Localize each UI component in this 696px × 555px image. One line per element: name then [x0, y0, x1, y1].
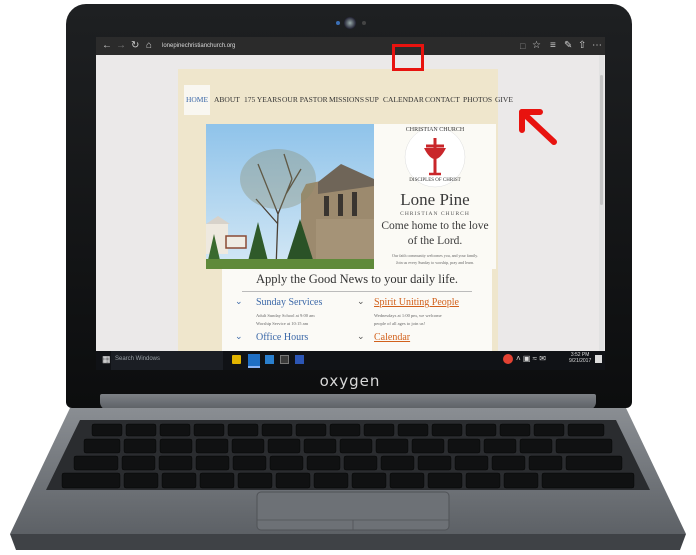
- notification-icon[interactable]: [595, 355, 602, 363]
- word-icon[interactable]: [295, 355, 304, 364]
- reading-view-icon[interactable]: □: [520, 40, 525, 52]
- spirit-uniting-people-link[interactable]: Spirit Uniting People: [374, 297, 459, 308]
- logo-ring-top: CHRISTIAN CHURCH: [405, 127, 465, 133]
- chevron-down-icon: ⌄: [235, 331, 243, 341]
- nav-give[interactable]: GIVE: [495, 85, 513, 115]
- spirit-uniting-people-line2: people of all ages to join us!: [374, 321, 425, 326]
- nav-missions[interactable]: MISSIONS: [329, 85, 364, 115]
- back-arrow-icon[interactable]: ←: [102, 40, 112, 52]
- clock-date: 9/21/2017: [569, 358, 592, 364]
- nav-about[interactable]: ABOUT: [214, 85, 240, 115]
- give-highlight-box: [392, 44, 424, 71]
- windows-start-icon[interactable]: ▦: [102, 354, 111, 365]
- camera-sensor: [362, 21, 366, 25]
- red-pointer-arrow: [519, 109, 557, 145]
- church-photo: [206, 124, 374, 269]
- store-icon[interactable]: [265, 355, 274, 364]
- calendar-link[interactable]: Calendar: [374, 332, 410, 343]
- laptop-screen: ← → ↻ ⌂ lonepinechristianchurch.org □ ☆ …: [96, 37, 605, 370]
- church-name: Lone Pine: [400, 190, 470, 209]
- refresh-icon[interactable]: ↻: [131, 40, 139, 52]
- heading-divider: [242, 291, 472, 292]
- laptop-base: [10, 408, 686, 550]
- welcome-line1: Our faith community welcomes you, and yo…: [391, 253, 479, 258]
- page-scrollbar[interactable]: [599, 55, 604, 351]
- nav-175-years[interactable]: 175 YEARS: [244, 85, 281, 115]
- chevron-down-icon: ⌄: [235, 296, 243, 306]
- logo-panel: CHRISTIAN CHURCH DISCIPLES OF CHRIST Lon…: [374, 124, 496, 269]
- section-heading: Apply the Good News to your daily life.: [255, 272, 459, 286]
- share-icon[interactable]: ⇧: [578, 40, 586, 52]
- logo-ring-bottom: DISCIPLES OF CHRIST: [409, 178, 461, 183]
- edge-browser-icon[interactable]: [248, 354, 260, 368]
- hub-icon[interactable]: ≡: [550, 40, 556, 52]
- sunday-services-line1: Adult Sunday School at 9:00 am: [256, 313, 315, 318]
- file-explorer-icon[interactable]: [232, 355, 241, 364]
- sunday-services-line2: Worship Service at 10:15 am: [256, 321, 309, 326]
- amazon-app-icon[interactable]: [280, 355, 289, 364]
- office-hours-link[interactable]: Office Hours: [256, 332, 308, 343]
- tagline-line2: of the Lord.: [407, 235, 463, 247]
- site-nav: HOME ABOUT 175 YEARS OUR PASTOR MISSIONS…: [178, 85, 513, 115]
- search-placeholder[interactable]: Search Windows: [115, 356, 160, 362]
- church-subtitle: CHRISTIAN CHURCH: [400, 211, 470, 217]
- church-site: HOME ABOUT 175 YEARS OUR PASTOR MISSIONS…: [178, 69, 513, 351]
- nav-our-pastor[interactable]: OUR PASTOR: [282, 85, 328, 115]
- tray-icons[interactable]: ˄ ▣ ≈ ✉: [516, 354, 546, 363]
- camera-light: [336, 21, 340, 25]
- chalice-logo: CHRISTIAN CHURCH DISCIPLES OF CHRIST: [404, 126, 466, 188]
- windows-taskbar: ▦ Search Windows ˄ ▣ ≈ ✉ 3:52 PM 9/21/20…: [96, 351, 605, 370]
- web-note-icon[interactable]: ✎: [564, 40, 572, 52]
- laptop-brand: oxygen: [319, 372, 381, 390]
- scrollbar-thumb[interactable]: [600, 75, 603, 205]
- webpage: HOME ABOUT 175 YEARS OUR PASTOR MISSIONS…: [96, 55, 605, 351]
- nav-sup[interactable]: SUP: [365, 85, 379, 115]
- chrome-icon[interactable]: [503, 354, 513, 364]
- forward-arrow-icon[interactable]: →: [116, 40, 126, 52]
- welcome-line2: Join us every Sunday to worship, pray an…: [396, 260, 474, 265]
- tagline-line1: Come home to the love: [381, 220, 489, 232]
- sunday-services-link[interactable]: Sunday Services: [256, 297, 322, 308]
- taskbar-clock[interactable]: 3:52 PM 9/21/2017: [569, 352, 591, 364]
- good-news-section: Apply the Good News to your daily life. …: [222, 269, 492, 351]
- hero-banner: CHRISTIAN CHURCH DISCIPLES OF CHRIST Lon…: [206, 124, 496, 269]
- more-icon[interactable]: ⋯: [592, 40, 602, 52]
- chevron-down-icon: ⌄: [357, 331, 365, 341]
- nav-photos[interactable]: PHOTOS: [463, 85, 492, 115]
- nav-calendar[interactable]: CALENDAR: [383, 85, 424, 115]
- browser-toolbar: ← → ↻ ⌂ lonepinechristianchurch.org □ ☆ …: [96, 37, 605, 55]
- favorite-star-icon[interactable]: ☆: [532, 40, 541, 52]
- chevron-down-icon: ⌄: [357, 296, 365, 306]
- spirit-uniting-people-line1: Wednesdays at 1:00 pm, we welcome: [374, 313, 442, 318]
- taskbar-search-box[interactable]: Search Windows: [111, 351, 223, 370]
- nav-home[interactable]: HOME: [184, 85, 210, 115]
- webcam: [344, 17, 356, 29]
- home-icon[interactable]: ⌂: [146, 40, 152, 52]
- nav-contact[interactable]: CONTACT: [425, 85, 460, 115]
